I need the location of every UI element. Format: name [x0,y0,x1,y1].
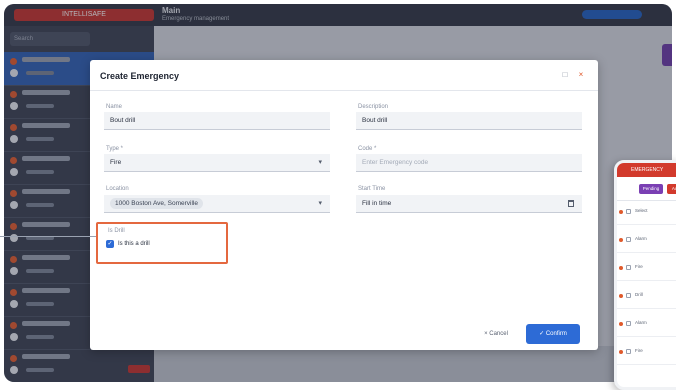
code-field[interactable]: Enter Emergency code [356,154,582,172]
start-time-value: Fill in time [362,200,392,207]
phone-tab-bar: Pending Active [617,177,676,201]
start-time-label: Start Time [358,186,386,192]
drill-checkbox[interactable]: ✓ [106,240,114,248]
confirm-label: Confirm [545,331,567,337]
phone-tab-pending[interactable]: Pending [639,184,663,194]
phone-row-checkbox[interactable] [626,209,631,214]
phone-list-item[interactable]: Fire [617,257,676,281]
type-value: Fire [110,159,122,166]
phone-row-label: Alarm [635,320,647,325]
start-time-field[interactable]: Fill in time [356,195,582,213]
phone-row-checkbox[interactable] [626,237,631,242]
description-label: Description [358,104,389,110]
cancel-button[interactable]: × Cancel [472,326,520,342]
phone-row-checkbox[interactable] [626,265,631,270]
dialog-divider [90,90,598,91]
calendar-icon[interactable] [568,200,574,207]
chevron-down-icon: ▾ [318,200,322,207]
close-icon[interactable]: × [576,70,586,80]
phone-row-label: Alarm [635,236,647,241]
check-icon: ✓ [539,331,546,337]
status-dot [619,322,623,326]
phone-row-label: Select [635,208,648,213]
phone-row-checkbox[interactable] [626,321,631,326]
cancel-label: Cancel [489,331,508,337]
code-label: Code * [358,146,377,152]
phone-tab-active[interactable]: Active [667,184,676,194]
name-field[interactable]: Bout drill [104,112,330,130]
status-dot [619,350,623,354]
status-dot [619,238,623,242]
location-chip[interactable]: 1000 Boston Ave, Somerville [110,198,203,209]
phone-row-label: Drill [635,292,643,297]
drill-label: Is Drill [108,228,125,234]
phone-row-label: Fire [635,348,643,353]
phone-list-item[interactable]: Drill [617,285,676,309]
app-screenshot: INTELLISAFE Main Emergency management Se… [4,4,672,382]
description-field[interactable]: Bout drill [356,112,582,130]
confirm-button[interactable]: ✓ Confirm [526,324,580,344]
mobile-preview: EMERGENCY Pending Active Select Alarm Fire… [614,160,676,390]
phone-list-item[interactable]: Alarm [617,229,676,253]
chevron-down-icon: ▾ [318,159,322,166]
phone-list-item[interactable]: Select [617,201,676,225]
location-label: Location [106,186,129,192]
phone-header: EMERGENCY [617,163,676,177]
phone-list-item[interactable]: Fire [617,341,676,365]
phone-list-item[interactable]: Alarm [617,313,676,337]
phone-row-checkbox[interactable] [626,293,631,298]
drill-checkbox-label: Is this a drill [118,241,150,247]
phone-row-checkbox[interactable] [626,349,631,354]
phone-row-label: Fire [635,264,643,269]
status-dot [619,294,623,298]
callout-line [0,236,96,237]
name-label: Name [106,104,123,110]
expand-icon[interactable]: □ [560,70,570,80]
status-dot [619,210,623,214]
status-dot [619,266,623,270]
create-emergency-dialog: Create Emergency □ × Name Bout drill Typ… [90,60,598,350]
dialog-title: Create Emergency [100,71,180,81]
location-select[interactable]: 1000 Boston Ave, Somerville ▾ [104,195,330,213]
type-select[interactable]: Fire ▾ [104,154,330,172]
type-label: Type * [106,146,124,152]
